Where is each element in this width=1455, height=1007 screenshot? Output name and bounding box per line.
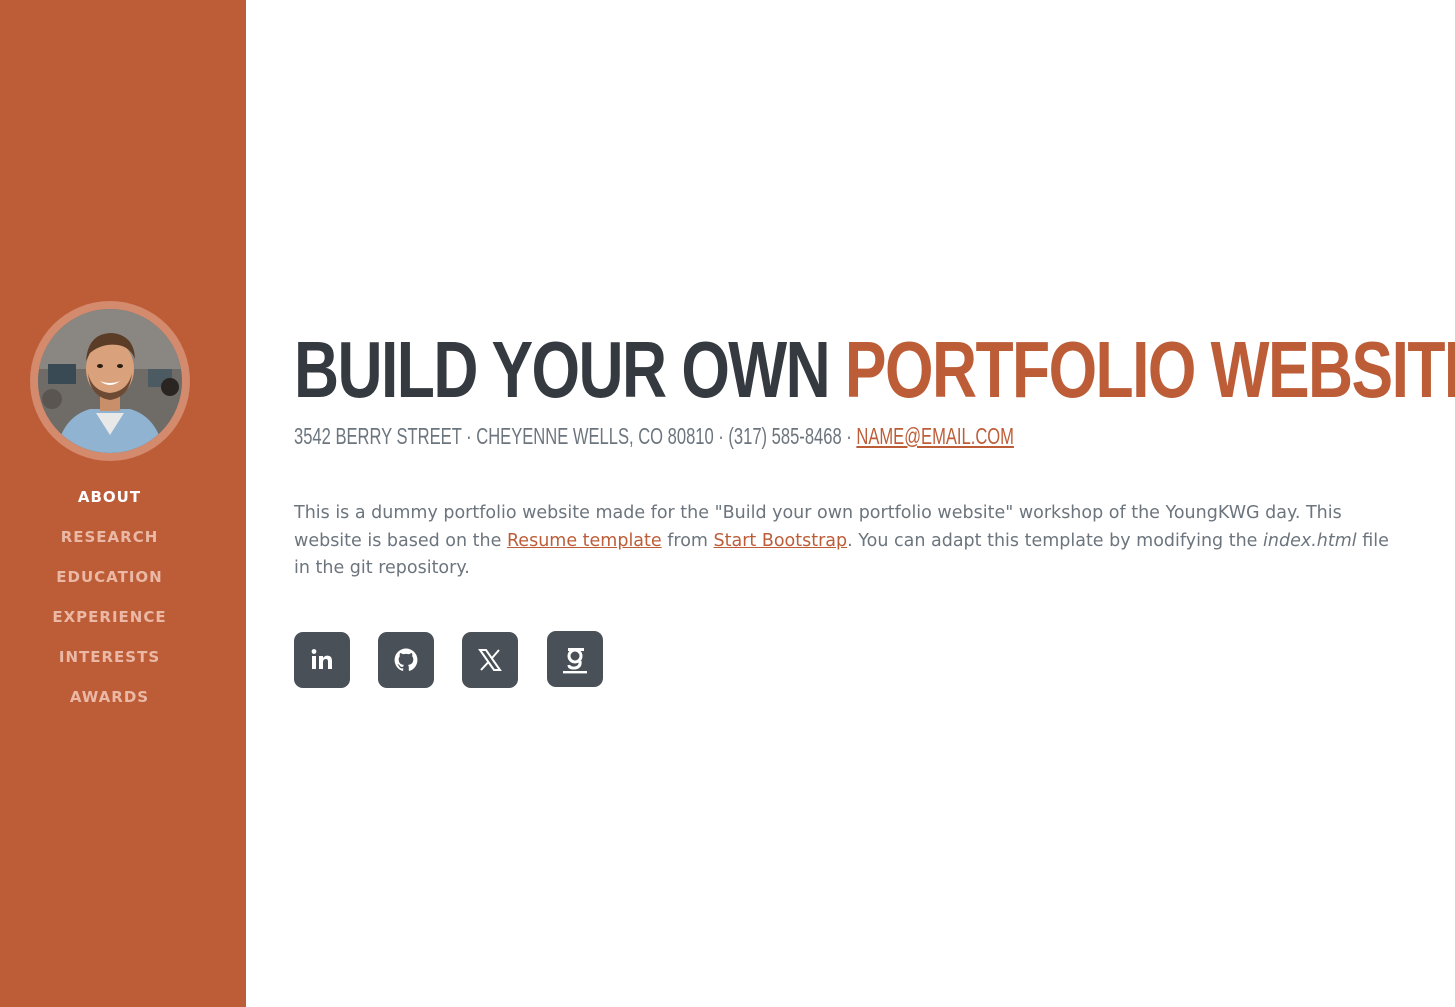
nav-link-experience[interactable]: EXPERIENCE — [52, 608, 166, 626]
resume-template-link[interactable]: Resume template — [507, 531, 662, 551]
x-twitter-button[interactable] — [462, 632, 518, 688]
google-scholar-button[interactable] — [547, 631, 603, 687]
nav-link-research[interactable]: RESEARCH — [61, 528, 159, 546]
index-html-filename: index.html — [1263, 530, 1357, 551]
google-scholar-icon — [563, 648, 587, 674]
sidebar-nav: ABOUT RESEARCH EDUCATION EXPERIENCE INTE… — [0, 486, 219, 726]
nav-item-about: ABOUT — [0, 486, 219, 526]
contact-subheading: 3542 BERRY STREET · CHEYENNE WELLS, CO 8… — [294, 422, 1014, 450]
profile-photo-illustration — [38, 309, 182, 453]
github-icon — [394, 648, 418, 671]
intro-text-2: from — [661, 530, 714, 551]
address-text: 3542 BERRY STREET · CHEYENNE WELLS, CO 8… — [294, 423, 857, 449]
github-button[interactable] — [378, 632, 434, 688]
title-accent: PORTFOLIO WEBSITE — [844, 325, 1455, 414]
intro-text-3: . You can adapt this template by modifyi… — [847, 530, 1264, 551]
nav-item-research: RESEARCH — [0, 526, 219, 566]
nav-link-awards[interactable]: AWARDS — [70, 688, 149, 706]
nav-link-about[interactable]: ABOUT — [78, 488, 141, 506]
start-bootstrap-link[interactable]: Start Bootstrap — [714, 531, 848, 551]
profile-photo — [38, 309, 182, 453]
nav-item-awards: AWARDS — [0, 686, 219, 726]
page-title: BUILD YOUR OWN PORTFOLIO WEBSITE — [294, 322, 1455, 418]
linkedin-icon — [311, 649, 332, 669]
profile-avatar[interactable] — [30, 301, 190, 461]
nav-item-education: EDUCATION — [0, 566, 219, 606]
nav-link-education[interactable]: EDUCATION — [56, 568, 162, 586]
linkedin-button[interactable] — [294, 632, 350, 688]
email-link[interactable]: NAME@EMAIL.COM — [856, 423, 1014, 449]
nav-item-interests: INTERESTS — [0, 646, 219, 686]
nav-link-interests[interactable]: INTERESTS — [59, 648, 160, 666]
intro-paragraph: This is a dummy portfolio website made f… — [294, 500, 1394, 583]
title-primary: BUILD YOUR OWN — [294, 325, 831, 414]
nav-item-experience: EXPERIENCE — [0, 606, 219, 646]
sidebar: ABOUT RESEARCH EDUCATION EXPERIENCE INTE… — [0, 0, 246, 1007]
x-twitter-icon — [478, 649, 502, 671]
